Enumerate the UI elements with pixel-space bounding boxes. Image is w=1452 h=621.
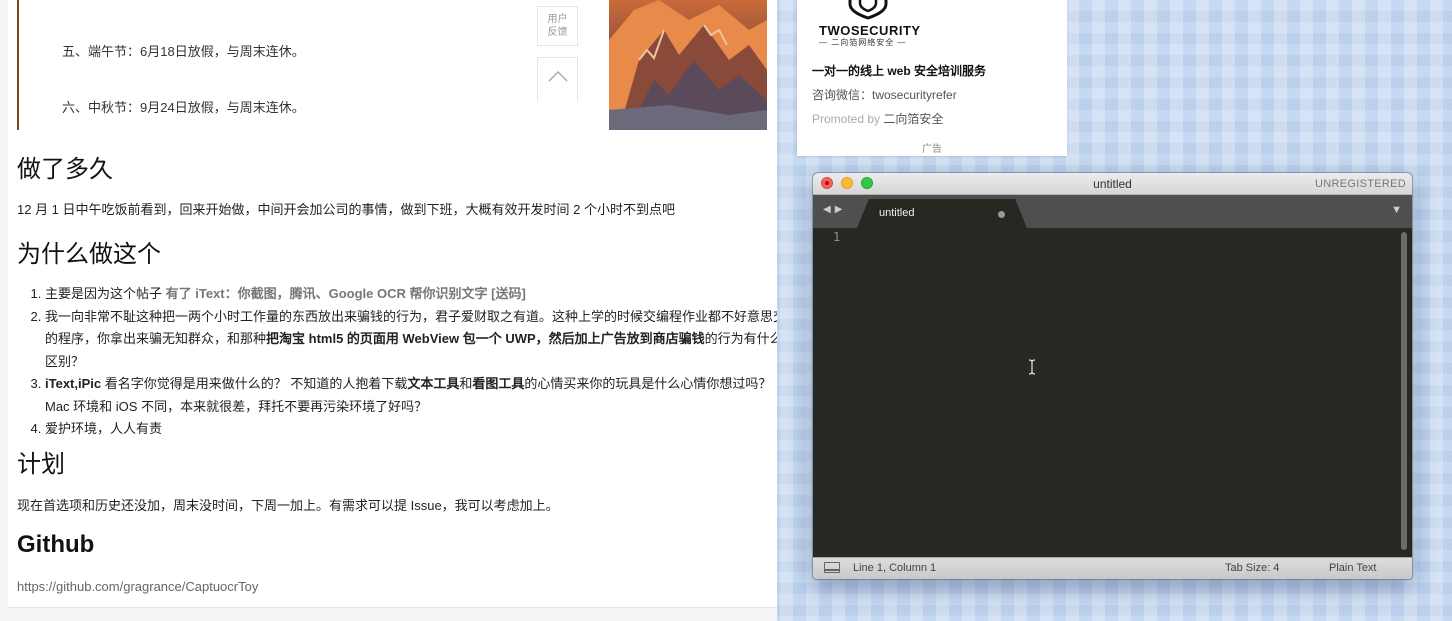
ad-wechat: 咨询微信：twosecurityrefer	[812, 88, 957, 102]
list-item-text: 和	[459, 376, 473, 391]
paragraph-how-long: 12 月 1 日中午吃饭前看到，回来开始做，中间开会加公司的事情，做到下班，大概…	[17, 202, 675, 217]
tab-size[interactable]: Tab Size: 4	[1225, 562, 1279, 574]
tab-label: untitled	[879, 207, 915, 219]
reasons-list: 主要是因为这个帖子 有了 iText：你截图，腾讯、Google OCR 帮你识…	[17, 283, 777, 441]
paragraph-plan: 现在首选项和历史还没加，周末没时间，下周一加上。有需求可以提 Issue，我可以…	[17, 498, 559, 513]
text-cursor-icon	[1028, 359, 1036, 375]
chevron-up-icon	[547, 70, 568, 82]
list-item-text: 爱护环境，人人有责	[45, 421, 163, 436]
ad-brand: TWOSECURITY	[819, 23, 921, 38]
list-item-bold-text: 把淘宝 html5 的页面用 WebView 包一个 UWP，然后加上广告放到商…	[266, 331, 705, 346]
page-left-margin	[0, 0, 8, 621]
holiday-item-dragon-boat: 五、端午节：6月18日放假，与周末连休。	[62, 44, 305, 59]
heading-plan: 计划	[17, 451, 65, 478]
heading-why: 为什么做这个	[17, 241, 161, 268]
github-link[interactable]: https://github.com/gragrance/CaptuocrToy	[17, 579, 258, 594]
syntax-mode[interactable]: Plain Text	[1329, 562, 1377, 574]
heading-how-long: 做了多久	[17, 156, 113, 183]
ad-promoted-by: 二向箔安全	[883, 112, 944, 126]
ad-card[interactable]: TWOSECURITY — 二向箔网络安全 — 一对一的线上 web 安全培训服…	[797, 0, 1067, 156]
line-number: 1	[833, 230, 841, 244]
unsaved-dot-icon[interactable]	[998, 211, 1005, 218]
list-item: 主要是因为这个帖子 有了 iText：你截图，腾讯、Google OCR 帮你识…	[45, 283, 777, 306]
vertical-scrollbar[interactable]	[1401, 232, 1407, 550]
unregistered-label: UNREGISTERED	[1315, 178, 1406, 190]
heading-github: Github	[17, 531, 95, 558]
quote-border	[17, 0, 19, 130]
list-item: 爱护环境，人人有责	[45, 418, 777, 441]
list-item-text: 看名字你觉得是用来做什么的？ 不知道的人抱着下载	[101, 376, 408, 391]
ad-label: 广告	[922, 144, 942, 155]
editor-window: untitled UNREGISTERED ◀▶ untitled ▼ 1 Li…	[813, 173, 1412, 579]
list-item-bold-text: 看图工具	[472, 376, 525, 391]
tab-menu-dropdown-icon[interactable]: ▼	[1391, 204, 1402, 216]
list-item: 我一向非常不耻这种把一两个小时工作量的东西放出来骗钱的行为，君子爱财取之有道。这…	[45, 306, 777, 374]
mountain-image	[609, 0, 767, 130]
arrow-left-icon[interactable]: ◀	[823, 204, 835, 215]
title-bar[interactable]: untitled UNREGISTERED	[813, 173, 1412, 195]
ad-brand-subtitle-text: 二向箔网络安全	[831, 38, 895, 47]
twosecurity-logo-icon	[848, 0, 888, 20]
list-item-bold-text: iText,iPic	[45, 376, 102, 391]
back-to-top-button[interactable]	[537, 57, 578, 101]
list-item: iText,iPic 看名字你觉得是用来做什么的？ 不知道的人抱着下载文本工具和…	[45, 373, 777, 418]
feedback-button-label: 用户 反馈	[547, 14, 568, 38]
feedback-button[interactable]: 用户 反馈	[537, 6, 578, 46]
ad-promoted: Promoted by 二向箔安全	[812, 110, 943, 127]
itext-post-link[interactable]: 有了 iText：你截图，腾讯、Google OCR 帮你识别文字 [送码]	[166, 286, 526, 301]
ad-brand-subtitle: — 二向箔网络安全 —	[819, 38, 907, 47]
tab-bar: ◀▶ untitled ▼	[813, 195, 1412, 228]
holiday-item-mid-autumn: 六、中秋节：9月24日放假，与周末连休。	[62, 100, 305, 115]
panel-toggle-icon[interactable]	[824, 562, 840, 573]
line-number-gutter: 1	[813, 228, 853, 558]
page-footer-divider	[8, 607, 777, 621]
tab-navigation: ◀▶	[823, 204, 846, 215]
list-item-text: 主要是因为这个帖子	[45, 286, 166, 301]
ad-promoted-prefix: Promoted by	[812, 112, 884, 126]
list-item-bold-text: 文本工具	[407, 376, 460, 391]
arrow-right-icon[interactable]: ▶	[835, 204, 847, 215]
status-bar: Line 1, Column 1 Tab Size: 4 Plain Text	[813, 557, 1412, 579]
cursor-position[interactable]: Line 1, Column 1	[853, 562, 936, 574]
text-editor-area[interactable]	[853, 228, 1403, 558]
ad-headline: 一对一的线上 web 安全培训服务	[812, 64, 987, 78]
article-page: 五、端午节：6月18日放假，与周末连休。 六、中秋节：9月24日放假，与周末连休…	[0, 0, 777, 621]
tab-untitled[interactable]: untitled	[857, 199, 1027, 228]
